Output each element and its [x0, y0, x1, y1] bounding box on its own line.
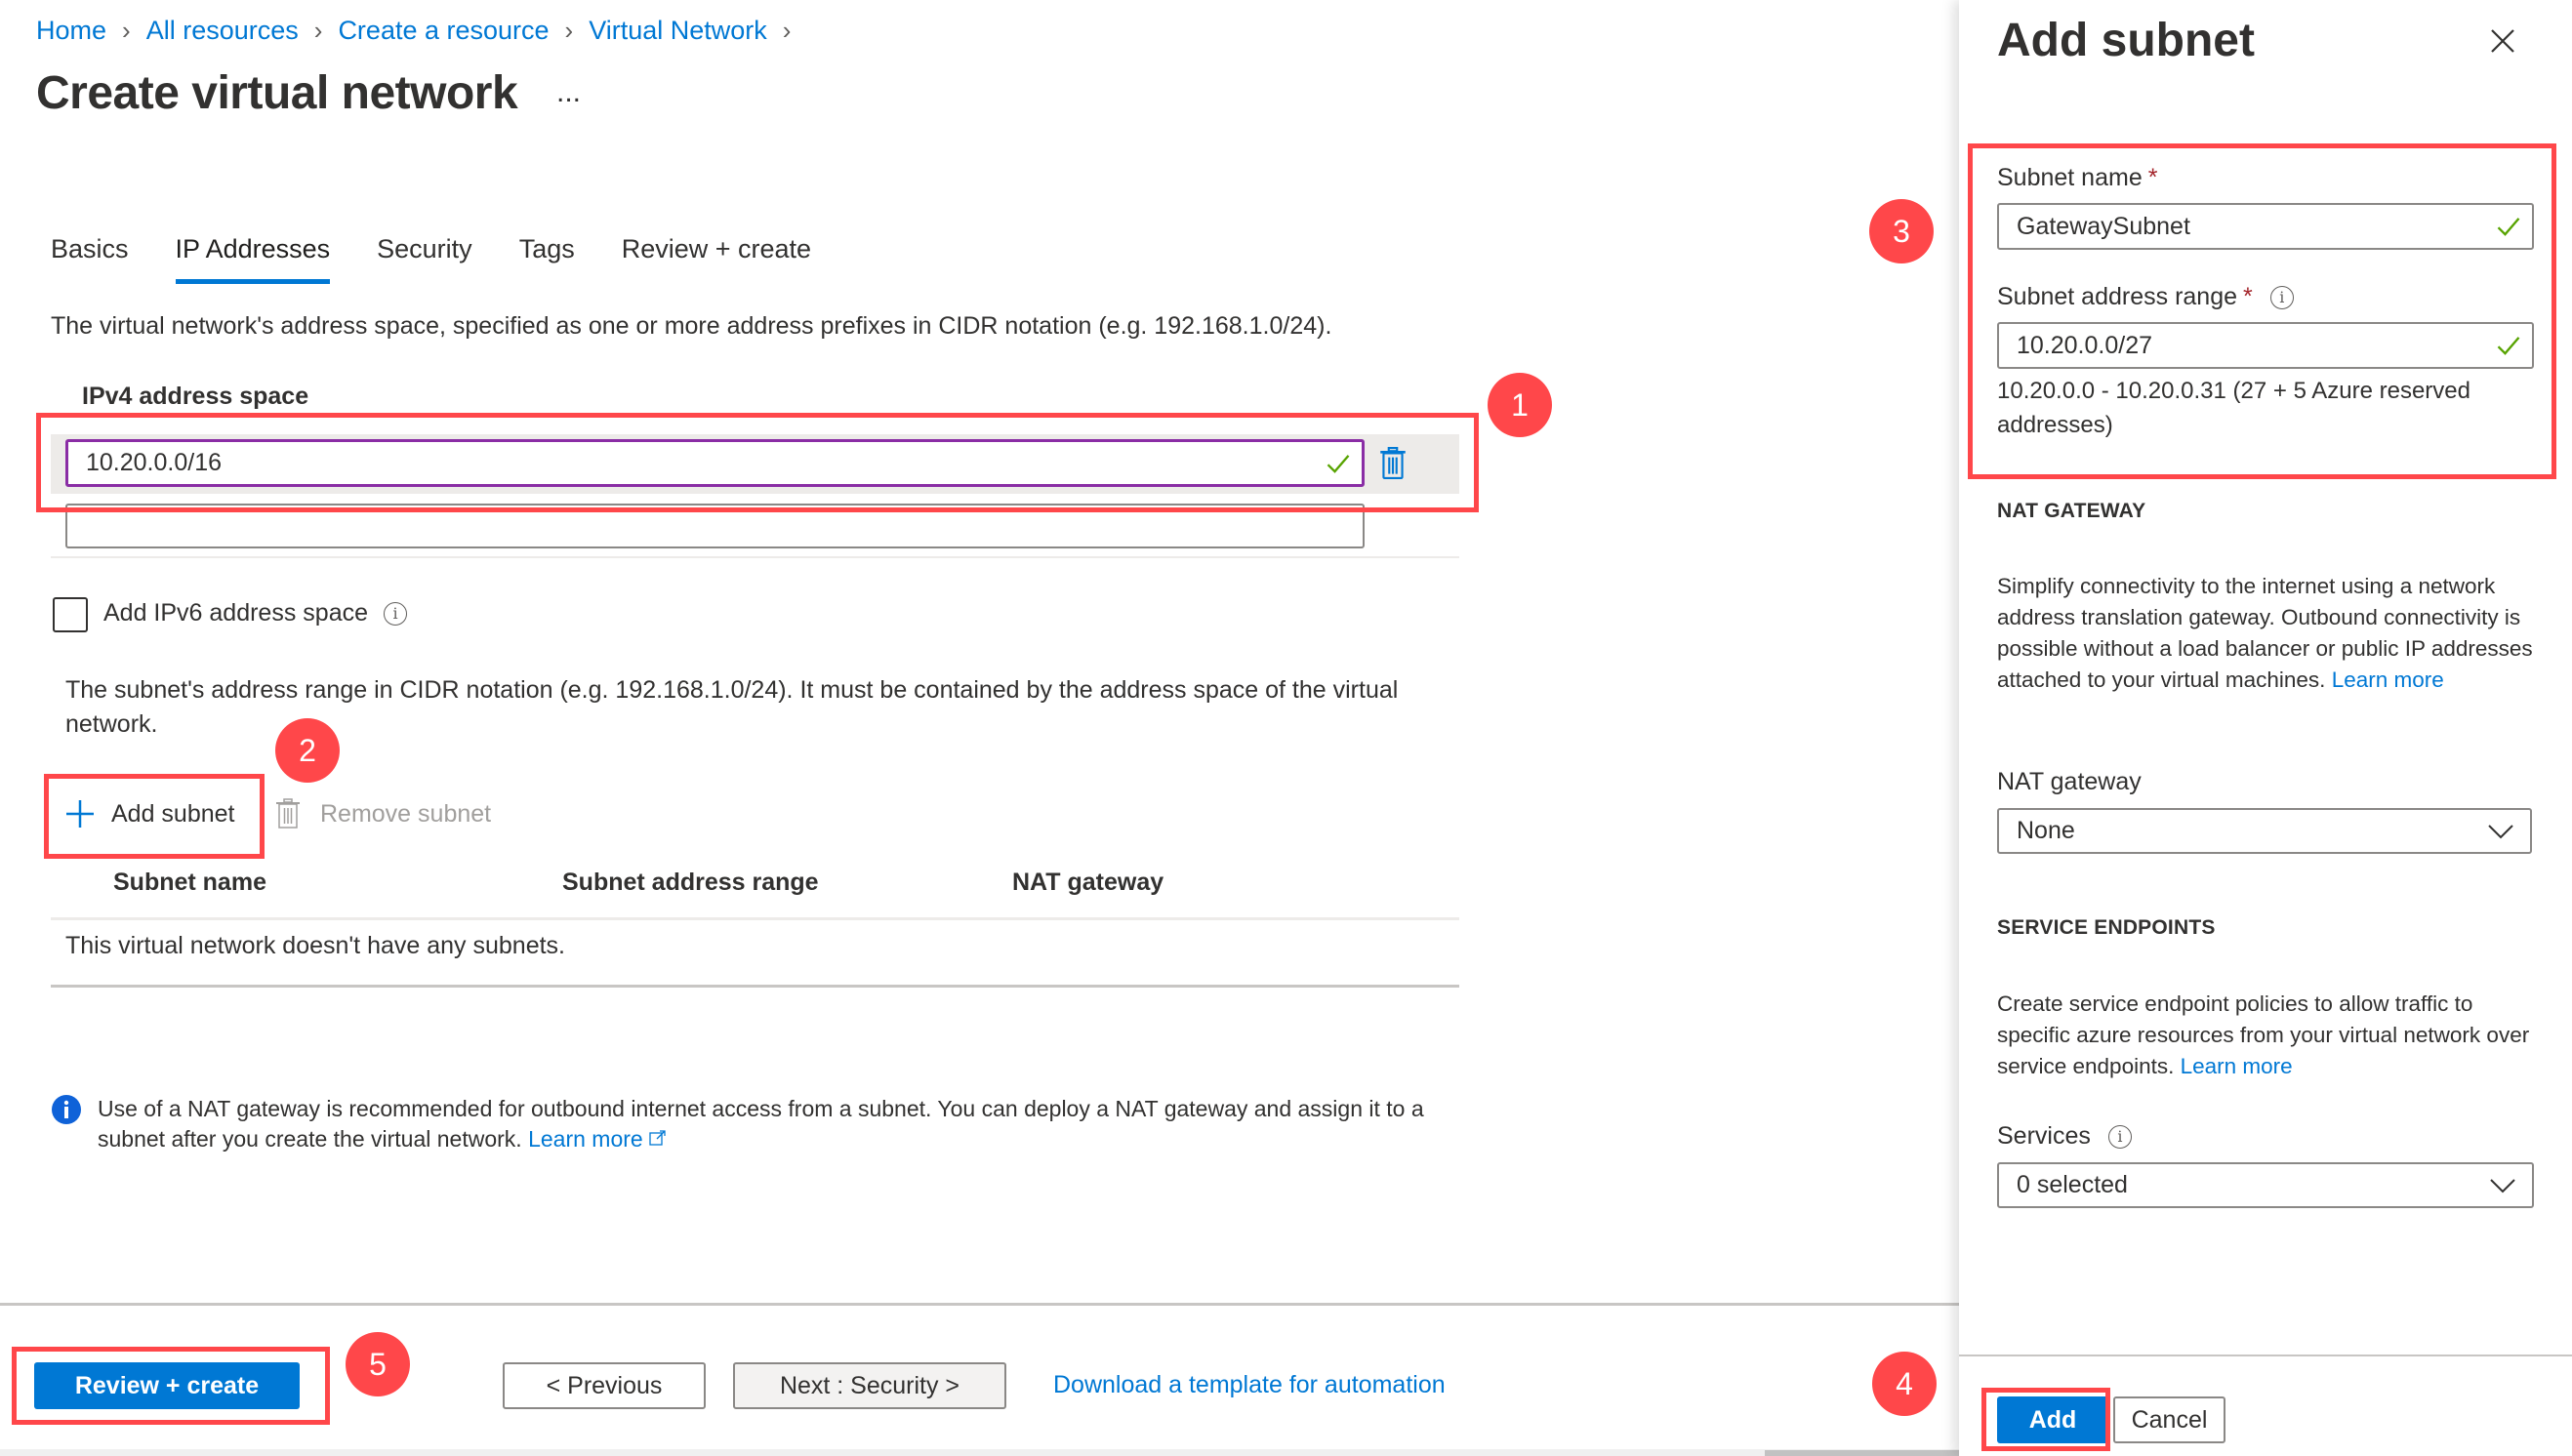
empty-subnets-message: This virtual network doesn't have any su… [65, 932, 565, 959]
breadcrumb-virtual-network[interactable]: Virtual Network [589, 16, 767, 46]
chevron-right-icon: › [122, 16, 131, 45]
tab-basics[interactable]: Basics [51, 234, 129, 284]
plus-icon [66, 800, 94, 828]
services-selected: 0 selected [2017, 1171, 2128, 1198]
trash-icon [276, 798, 300, 829]
tab-bar: Basics IP Addresses Security Tags Review… [51, 234, 858, 284]
nat-gateway-section-heading: NAT GATEWAY [1997, 500, 2146, 522]
add-button[interactable]: Add [1997, 1396, 2108, 1443]
next-security-button[interactable]: Next : Security > [733, 1362, 1006, 1409]
subnet-name-input[interactable]: GatewaySubnet [1997, 203, 2534, 250]
service-learn-more-link[interactable]: Learn more [2181, 1054, 2293, 1078]
remove-subnet-button[interactable]: Remove subnet [275, 798, 491, 829]
subnet-name-value: GatewaySubnet [2017, 212, 2190, 240]
tab-review-create[interactable]: Review + create [622, 234, 811, 284]
valid-check-icon [2497, 218, 2520, 236]
nat-gateway-description: Simplify connectivity to the internet us… [1997, 574, 2533, 692]
nat-gateway-dropdown[interactable]: None [1997, 808, 2532, 854]
horizontal-scrollbar-thumb[interactable] [1765, 1450, 1959, 1456]
breadcrumb: Home › All resources › Create a resource… [36, 16, 806, 46]
footer-divider [0, 1303, 1959, 1306]
info-icon[interactable]: i [2107, 1124, 2132, 1149]
external-link-icon [649, 1130, 666, 1146]
info-filled-icon [52, 1095, 81, 1124]
annotation-marker-1: 1 [1488, 373, 1552, 437]
review-create-button[interactable]: Review + create [34, 1362, 300, 1409]
valid-check-icon [1327, 454, 1350, 473]
annotation-marker-3: 3 [1869, 199, 1934, 263]
breadcrumb-home[interactable]: Home [36, 16, 106, 46]
ipv4-address-empty-input[interactable] [65, 504, 1365, 548]
service-endpoints-description: Create service endpoint policies to allo… [1997, 991, 2530, 1078]
nat-learn-more-link[interactable]: Learn more [528, 1126, 643, 1152]
divider [51, 556, 1459, 558]
address-space-description: The virtual network's address space, spe… [51, 312, 1332, 340]
horizontal-scrollbar[interactable] [0, 1449, 1959, 1456]
nat-gateway-label: NAT gateway [1997, 768, 2142, 795]
valid-check-icon [2497, 337, 2520, 355]
nat-info-text: Use of a NAT gateway is recommended for … [98, 1096, 1424, 1152]
cancel-button[interactable]: Cancel [2113, 1396, 2225, 1443]
info-icon[interactable]: i [2269, 285, 2294, 309]
ipv4-address-input[interactable]: 10.20.0.0/16 [65, 439, 1365, 487]
nat-learn-more-link[interactable]: Learn more [2332, 667, 2444, 692]
services-label: Services i [1997, 1122, 2132, 1151]
chevron-down-icon [2490, 1178, 2515, 1193]
close-icon[interactable] [2487, 25, 2518, 57]
services-dropdown[interactable]: 0 selected [1997, 1162, 2534, 1208]
chevron-right-icon: › [564, 16, 574, 45]
service-endpoints-section-heading: SERVICE ENDPOINTS [1997, 916, 2216, 939]
subnet-range-value: 10.20.0.0/27 [2017, 331, 2153, 359]
previous-button[interactable]: < Previous [503, 1362, 706, 1409]
panel-title: Add subnet [1997, 15, 2255, 66]
annotation-marker-4: 4 [1872, 1352, 1937, 1416]
nat-gateway-selected: None [2017, 817, 2075, 844]
table-bottom-divider [51, 985, 1459, 988]
tab-ip-addresses[interactable]: IP Addresses [175, 234, 330, 284]
ipv6-checkbox[interactable] [53, 597, 88, 632]
more-options-icon[interactable]: ... [556, 76, 581, 109]
chevron-right-icon: › [313, 16, 323, 45]
annotation-marker-5: 5 [346, 1332, 410, 1396]
tab-security[interactable]: Security [377, 234, 472, 284]
add-subnet-button[interactable]: Add subnet [64, 798, 235, 829]
download-template-link[interactable]: Download a template for automation [1053, 1371, 1446, 1399]
page-title: Create virtual network [36, 67, 518, 119]
breadcrumb-all-resources[interactable]: All resources [146, 16, 299, 46]
remove-subnet-label: Remove subnet [320, 799, 492, 828]
ipv6-checkbox-label: Add IPv6 address space [103, 599, 368, 627]
column-header-subnet-range[interactable]: Subnet address range [562, 869, 819, 897]
subnet-name-label: Subnet name * [1997, 164, 2158, 191]
subnet-description: The subnet's address range in CIDR notat… [65, 676, 1399, 738]
chevron-down-icon [2488, 824, 2513, 838]
table-header-divider [51, 917, 1459, 920]
info-icon[interactable]: i [384, 602, 407, 626]
required-marker: * [2147, 164, 2158, 191]
add-subnet-label: Add subnet [111, 799, 235, 828]
column-header-subnet-name[interactable]: Subnet name [113, 869, 266, 897]
panel-footer-divider [1959, 1355, 2572, 1356]
required-marker: * [2243, 283, 2253, 310]
ipv4-address-space-label: IPv4 address space [82, 383, 309, 410]
delete-address-icon[interactable] [1378, 447, 1408, 480]
breadcrumb-create-resource[interactable]: Create a resource [338, 16, 549, 46]
subnet-range-label: Subnet address range * i [1997, 283, 2294, 311]
chevron-right-icon: › [782, 16, 792, 45]
column-header-nat-gateway[interactable]: NAT gateway [1012, 869, 1164, 897]
subnet-range-input[interactable]: 10.20.0.0/27 [1997, 322, 2534, 369]
ipv4-address-value: 10.20.0.0/16 [86, 449, 223, 476]
annotation-marker-2: 2 [275, 718, 340, 783]
subnet-range-hint: 10.20.0.0 - 10.20.0.31 (27 + 5 Azure res… [1997, 378, 2470, 438]
tab-tags[interactable]: Tags [519, 234, 575, 284]
